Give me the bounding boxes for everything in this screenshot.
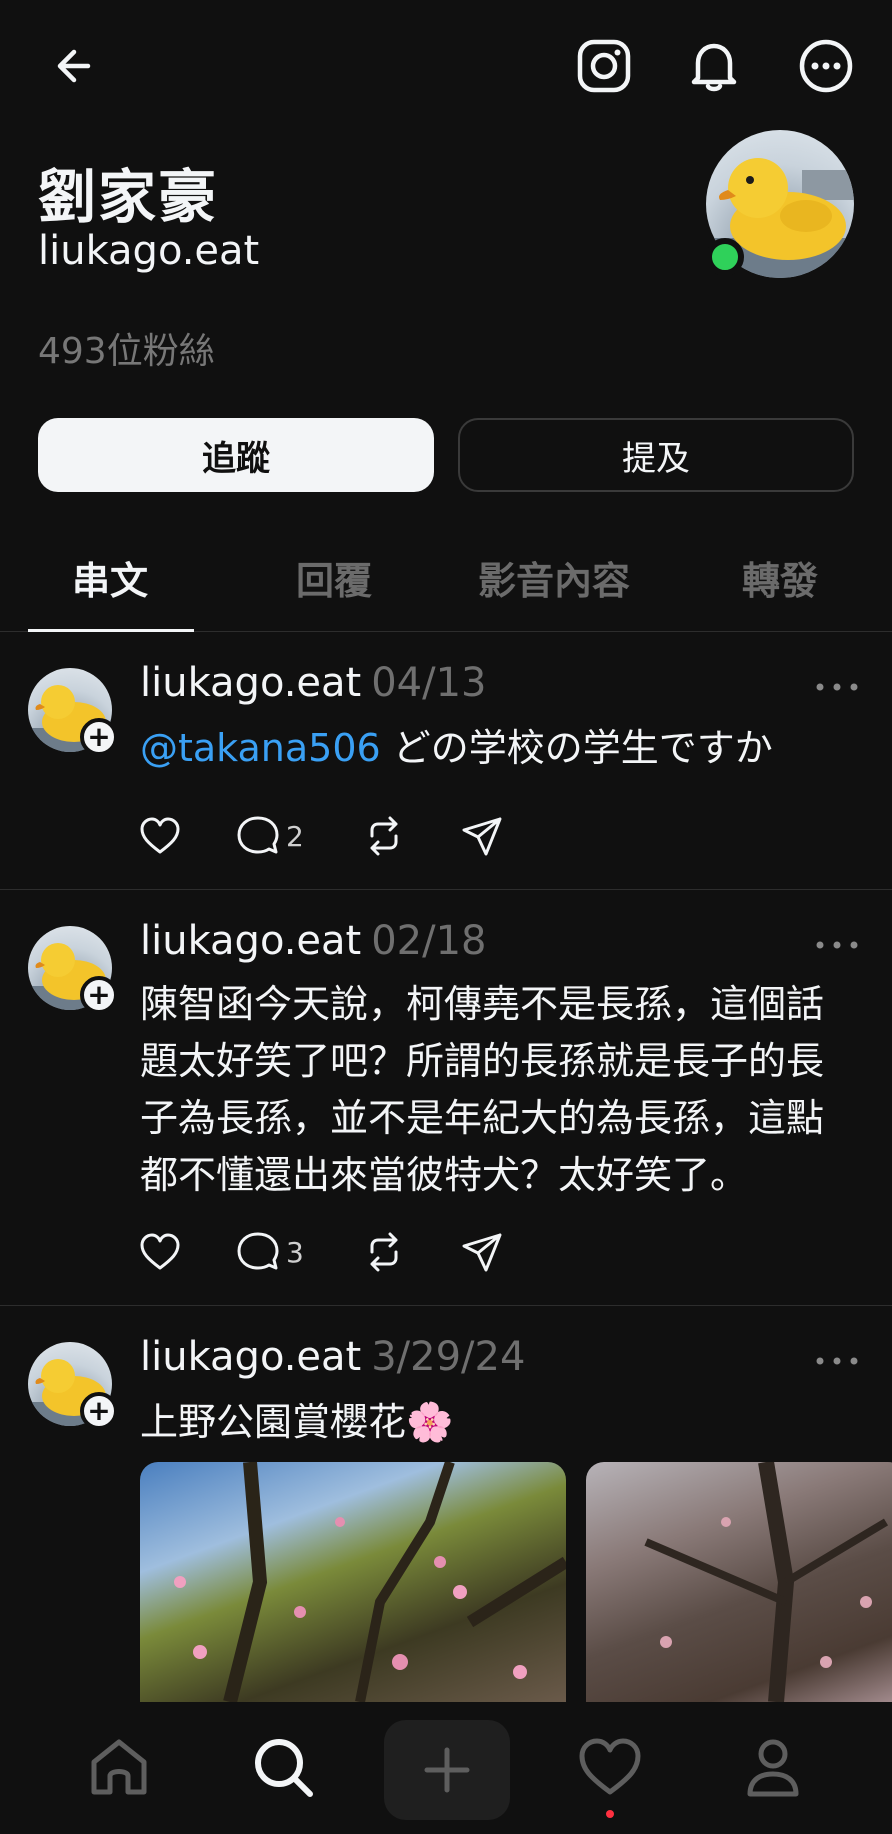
post-actions: 2 [138, 812, 538, 860]
comment-button[interactable]: 2 [236, 812, 304, 860]
instagram-icon [577, 39, 631, 93]
share-button[interactable] [460, 1228, 504, 1276]
notification-dot [606, 1810, 614, 1818]
home-icon [91, 1739, 147, 1795]
profile-icon [747, 1739, 799, 1797]
more-dots-icon [816, 941, 858, 949]
back-button[interactable] [40, 36, 100, 96]
bottom-navigation [0, 1702, 892, 1834]
more-dots-icon [816, 1357, 858, 1365]
top-bar [0, 0, 892, 130]
nav-activity[interactable] [575, 1732, 645, 1802]
post-item[interactable]: + liukago.eat 04/13 @takana506 どの学校の学生ですか… [0, 632, 892, 890]
follow-plus-icon[interactable]: + [80, 1392, 118, 1430]
post-body: どの学校の学生ですか [380, 726, 773, 770]
online-status-dot [706, 238, 744, 276]
post-header: liukago.eat 02/18 [140, 918, 487, 964]
follow-button[interactable]: 追蹤 [38, 418, 434, 492]
profile-name: 劉家豪 [38, 163, 219, 231]
comment-icon [237, 816, 279, 854]
repost-button[interactable] [362, 1228, 406, 1276]
bell-icon [691, 43, 737, 92]
post-more-button[interactable] [812, 930, 862, 960]
post-username[interactable]: liukago.eat [140, 918, 361, 964]
reply-count: 2 [286, 819, 304, 853]
profile-tabs: 串文 回覆 影音內容 轉發 [0, 530, 892, 632]
reply-count: 3 [286, 1235, 304, 1269]
repost-button[interactable] [362, 812, 406, 860]
cherry-blossom-image [174, 1462, 566, 1702]
weeping-cherry-image [644, 1462, 889, 1702]
post-username[interactable]: liukago.eat [140, 660, 361, 706]
repost-icon [370, 1232, 398, 1272]
heart-icon [140, 1233, 180, 1270]
tab-replies[interactable]: 回覆 [296, 550, 372, 605]
post-actions: 3 [138, 1228, 538, 1276]
nav-search[interactable] [248, 1732, 318, 1802]
back-arrow-icon [57, 49, 91, 83]
post-photo-carousel[interactable] [140, 1462, 892, 1702]
heart-icon [140, 817, 180, 854]
follow-plus-icon[interactable]: + [80, 718, 118, 756]
share-button[interactable] [460, 812, 504, 860]
post-text: @takana506 どの学校の学生ですか [140, 720, 860, 776]
followers-count[interactable]: 493位粉絲 [38, 322, 215, 374]
weeping-cherry-photo[interactable] [586, 1462, 892, 1702]
post-item[interactable]: + liukago.eat 02/18 陳智函今天說，柯傳堯不是長孫，這個話題太好… [0, 890, 892, 1306]
post-body: 陳智函今天說，柯傳堯不是長孫，這個話題太好笑了吧？所謂的長孫就是長子的長子為長孫… [140, 982, 825, 1197]
tab-threads[interactable]: 串文 [72, 550, 148, 605]
mention-button[interactable]: 提及 [458, 418, 854, 492]
post-more-button[interactable] [812, 672, 862, 702]
more-options-button[interactable] [796, 36, 856, 96]
like-button[interactable] [138, 812, 182, 860]
post-date: 04/13 [371, 660, 487, 706]
like-button[interactable] [138, 1228, 182, 1276]
post-username[interactable]: liukago.eat [140, 1334, 361, 1380]
nav-home[interactable] [84, 1732, 154, 1802]
search-icon [255, 1739, 313, 1797]
tab-media[interactable]: 影音內容 [478, 550, 630, 605]
post-header: liukago.eat 04/13 [140, 660, 487, 706]
comment-button[interactable]: 3 [236, 1228, 304, 1276]
post-mention-link[interactable]: @takana506 [140, 726, 381, 770]
comment-icon [237, 1232, 279, 1270]
post-header: liukago.eat 3/29/24 [140, 1334, 525, 1380]
follow-plus-icon[interactable]: + [80, 976, 118, 1014]
repost-icon [370, 816, 398, 856]
more-dots-icon [816, 683, 858, 691]
post-date: 02/18 [371, 918, 487, 964]
nav-create[interactable] [384, 1720, 510, 1820]
instagram-button[interactable] [574, 36, 634, 96]
share-icon [462, 817, 502, 856]
post-date: 3/29/24 [371, 1334, 526, 1380]
tab-reposts[interactable]: 轉發 [742, 550, 818, 605]
profile-handle: liukago.eat [38, 228, 260, 274]
post-body: 上野公園賞櫻花🌸 [140, 1400, 454, 1444]
post-more-button[interactable] [812, 1346, 862, 1376]
notifications-button[interactable] [684, 36, 744, 96]
nav-profile[interactable] [738, 1732, 808, 1802]
cherry-blossom-photo[interactable] [140, 1462, 566, 1702]
create-icon [424, 1747, 470, 1793]
share-icon [462, 1233, 502, 1272]
activity-heart-icon [579, 1738, 641, 1795]
more-circle-icon [799, 39, 853, 93]
